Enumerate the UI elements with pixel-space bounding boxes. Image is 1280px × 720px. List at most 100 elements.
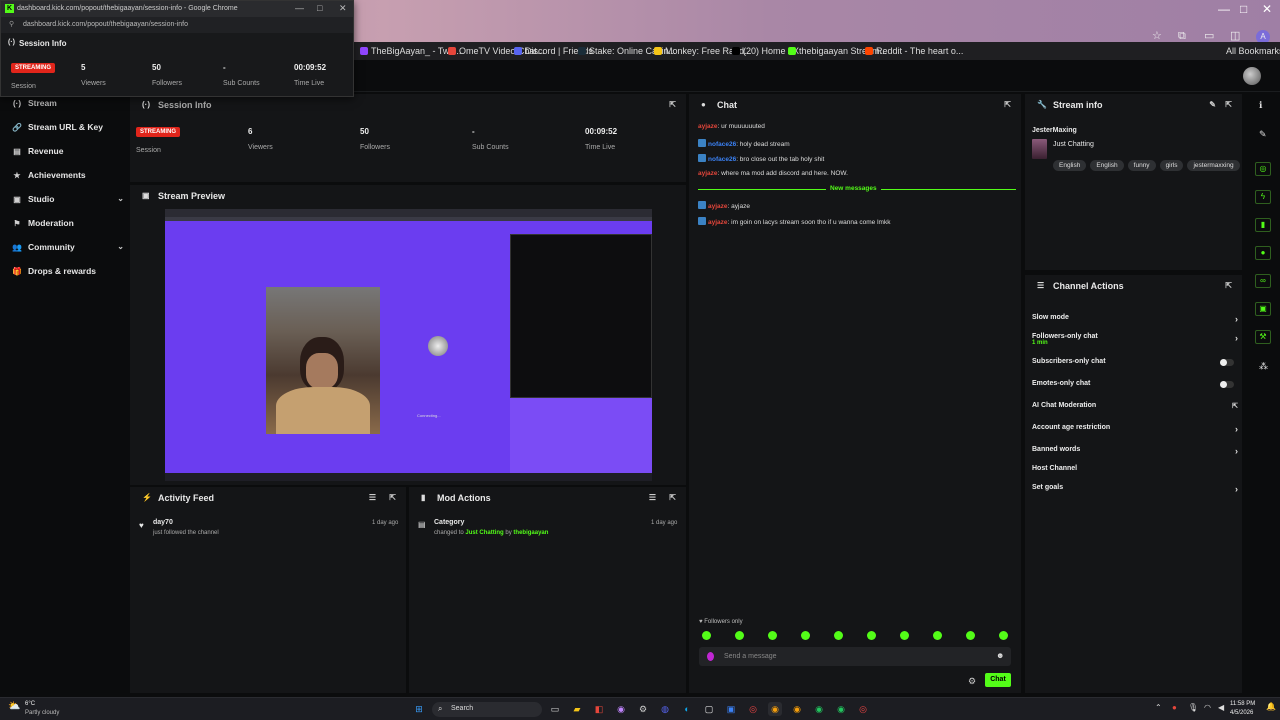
volume-icon[interactable]: ◀	[1218, 703, 1224, 712]
microphone-icon[interactable]: 🎙	[1188, 703, 1198, 712]
tag[interactable]: English	[1053, 160, 1087, 171]
gear-icon[interactable]: ⚙	[968, 676, 976, 687]
cast-icon[interactable]: ▭	[1204, 29, 1218, 43]
clock-time[interactable]: 11:58 PM	[1230, 701, 1255, 707]
rail-preview-icon[interactable]: ▣	[1255, 302, 1271, 316]
tray-app-icon[interactable]: ●	[1172, 703, 1177, 712]
minimize-icon[interactable]: —	[1218, 2, 1230, 16]
task-view-icon[interactable]: ▭	[548, 702, 562, 716]
close-icon[interactable]: ✕	[1262, 2, 1272, 16]
tag[interactable]: girls	[1159, 160, 1184, 171]
chat-username[interactable]: ayjaze	[708, 203, 728, 210]
tag[interactable]: jestermaxxing	[1187, 160, 1240, 171]
emote-icon[interactable]	[834, 631, 843, 640]
sidebar-item-revenue[interactable]: ▤ Revenue	[12, 146, 124, 160]
discord-icon[interactable]: ◍	[658, 702, 672, 716]
chrome-icon[interactable]: ◉	[790, 702, 804, 716]
maximize-icon[interactable]: □	[1240, 2, 1247, 16]
popout-url-bar[interactable]: ⚲ dashboard.kick.com/popout/thebigaayan/…	[1, 17, 353, 33]
sidebar-icon[interactable]: ◫	[1230, 29, 1244, 43]
emote-icon[interactable]	[999, 631, 1008, 640]
toggle-switch[interactable]	[1220, 359, 1234, 366]
settings-icon[interactable]: ⚙	[636, 702, 650, 716]
bookmark-item[interactable]: Reddit - The heart o...	[865, 46, 963, 56]
maximize-icon[interactable]: □	[317, 3, 322, 13]
bookmark-item[interactable]: TheBigAayan_ - Twit...	[360, 46, 461, 56]
emote-icon[interactable]	[867, 631, 876, 640]
rail-mod-icon[interactable]: ▮	[1255, 218, 1271, 232]
sidebar-item-stream[interactable]: (·) Stream	[12, 98, 124, 112]
chrome-icon[interactable]: ◉	[768, 702, 782, 716]
channel-action-item[interactable]: Banned words ›	[1032, 446, 1238, 456]
app-icon[interactable]: ▢	[702, 702, 716, 716]
tag[interactable]: English	[1090, 160, 1124, 171]
info-icon[interactable]: ℹ	[1259, 100, 1262, 111]
tray-expand-icon[interactable]: ⌃	[1155, 703, 1162, 712]
channel-action-item[interactable]: Followers-only chat 1 min ›	[1032, 333, 1238, 346]
notifications-icon[interactable]: 🔔	[1266, 702, 1276, 711]
close-icon[interactable]: ✕	[339, 3, 347, 14]
channel-action-item[interactable]: Host Channel	[1032, 465, 1238, 472]
popout-icon[interactable]: ⇱	[669, 493, 676, 502]
popout-icon[interactable]: ⇱	[669, 100, 676, 109]
pencil-icon[interactable]: ✎	[1209, 100, 1216, 109]
app-icon[interactable]: ◉	[812, 702, 826, 716]
sidebar-item-community[interactable]: 👥 Community ⌄	[12, 242, 124, 256]
sidebar-item-moderation[interactable]: ⚑ Moderation	[12, 218, 124, 232]
file-explorer-icon[interactable]: ▰	[570, 702, 584, 716]
taskbar-search[interactable]: ⌕ Search	[432, 702, 542, 717]
chat-username[interactable]: noface26	[708, 141, 736, 148]
app-icon[interactable]: ◧	[592, 702, 606, 716]
chat-username[interactable]: ayjaze	[708, 219, 728, 226]
stream-preview-video[interactable]: Connecting...	[165, 209, 652, 481]
minimize-icon[interactable]: —	[295, 3, 304, 13]
star-icon[interactable]: ☆	[1152, 29, 1166, 43]
mod-action-category[interactable]: Just Chatting	[465, 530, 503, 536]
rail-chat-icon[interactable]: ●	[1255, 246, 1271, 260]
emote-icon[interactable]	[900, 631, 909, 640]
emoji-icon[interactable]: ☻	[996, 651, 1004, 660]
tag[interactable]: funny	[1127, 160, 1156, 171]
avatar[interactable]	[1243, 67, 1261, 85]
popout-icon[interactable]: ⇱	[1225, 281, 1232, 290]
mod-action-user[interactable]: thebigaayan	[513, 530, 548, 536]
channel-action-item[interactable]: Subscribers-only chat	[1032, 358, 1238, 366]
obs-icon[interactable]: ◎	[746, 702, 760, 716]
channel-action-item[interactable]: Emotes-only chat	[1032, 380, 1238, 388]
filter-icon[interactable]: ☰	[649, 493, 656, 502]
chat-send-button[interactable]: Chat	[985, 673, 1011, 687]
sidebar-item-studio[interactable]: ▣ Studio ⌄	[12, 194, 124, 208]
emote-icon[interactable]	[801, 631, 810, 640]
channel-action-item[interactable]: AI Chat Moderation ⇱	[1032, 402, 1238, 410]
chat-username[interactable]: ayjaze	[698, 123, 718, 130]
emote-icon[interactable]	[768, 631, 777, 640]
emote-icon[interactable]	[966, 631, 975, 640]
channel-action-item[interactable]: Slow mode ›	[1032, 314, 1238, 324]
rail-wrench-icon[interactable]: ⚒	[1255, 330, 1271, 344]
toggle-switch[interactable]	[1220, 381, 1234, 388]
app-icon[interactable]: ◉	[614, 702, 628, 716]
sidebar-item-achievements[interactable]: ★ Achievements	[12, 170, 124, 184]
filter-icon[interactable]: ☰	[369, 493, 376, 502]
sidebar-item-drops[interactable]: 🎁 Drops & rewards	[12, 266, 124, 280]
rail-bolt-icon[interactable]: ϟ	[1255, 190, 1271, 204]
rail-link-icon[interactable]: ∞	[1255, 274, 1271, 288]
sidebar-item-stream-url[interactable]: 🔗 Stream URL & Key	[12, 122, 124, 136]
chat-username[interactable]: noface26	[708, 156, 736, 163]
widget-icon[interactable]: ⁂	[1259, 361, 1268, 372]
chat-username[interactable]: ayjaze	[698, 170, 718, 177]
emote-icon[interactable]	[933, 631, 942, 640]
clock-date[interactable]: 4/5/2026	[1230, 710, 1253, 716]
emote-icon[interactable]	[735, 631, 744, 640]
pencil-icon[interactable]: ✎	[1259, 129, 1267, 140]
rail-session-icon[interactable]: ◎	[1255, 162, 1271, 176]
spotify-icon[interactable]: ◉	[834, 702, 848, 716]
popout-icon[interactable]: ⇱	[389, 493, 396, 502]
app-icon[interactable]: ▣	[724, 702, 738, 716]
chat-input[interactable]: Send a message ☻	[699, 647, 1011, 666]
wifi-icon[interactable]: ◠	[1204, 703, 1211, 712]
popout-icon[interactable]: ⇱	[1004, 100, 1011, 109]
edge-icon[interactable]: ◐	[680, 702, 694, 716]
site-info-icon[interactable]: ⚲	[9, 20, 14, 28]
app-icon[interactable]: ◎	[856, 702, 870, 716]
